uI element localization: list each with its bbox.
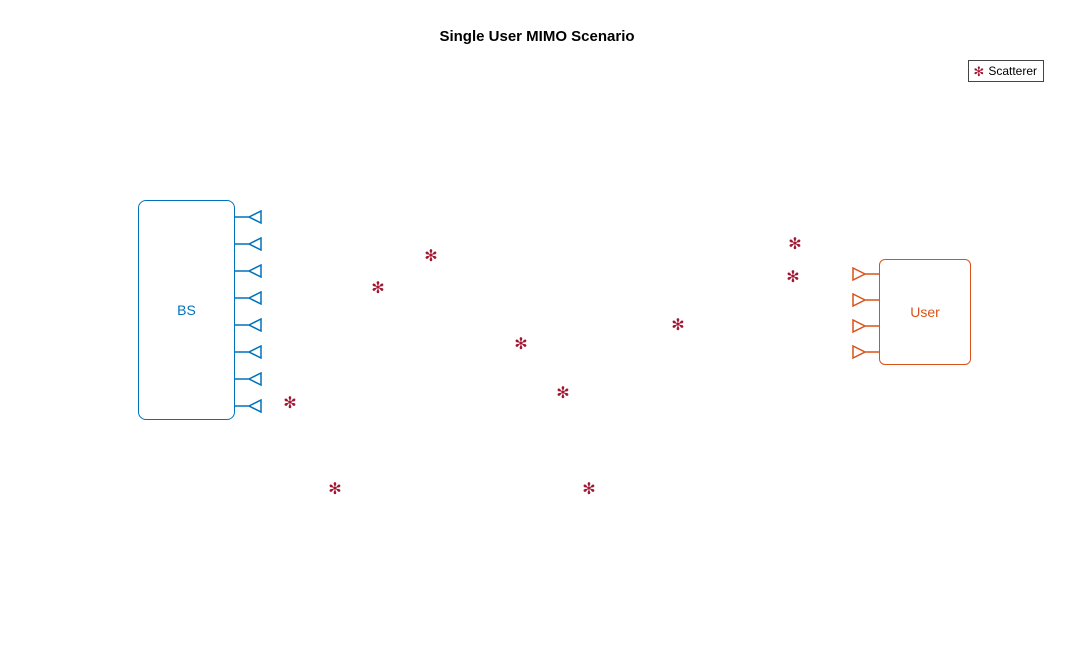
base-station: BS (138, 200, 235, 420)
bs-antenna-7-icon (235, 372, 263, 386)
user: User (879, 259, 971, 365)
scatterer-marker: ✻ (556, 386, 569, 402)
scatterer-marker: ✻ (371, 281, 384, 297)
bs-antenna-2-icon (235, 237, 263, 251)
scatterer-marker: ✻ (671, 318, 684, 334)
scatterer-marker: ✻ (788, 237, 801, 253)
scatterer-marker: ✻ (582, 482, 595, 498)
bs-antenna-1-icon (235, 210, 263, 224)
bs-antenna-3-icon (235, 264, 263, 278)
bs-antenna-5-icon (235, 318, 263, 332)
base-station-label: BS (177, 302, 196, 318)
scatterer-marker: ✻ (283, 396, 296, 412)
bs-antenna-4-icon (235, 291, 263, 305)
legend-scatterer-icon: ✻ (973, 65, 984, 78)
chart-title: Single User MIMO Scenario (0, 28, 1074, 45)
user-antenna-3-icon (851, 319, 879, 333)
user-label: User (910, 304, 940, 320)
user-antenna-4-icon (851, 345, 879, 359)
user-antenna-1-icon (851, 267, 879, 281)
scatterer-marker: ✻ (514, 337, 527, 353)
diagram-canvas: Single User MIMO Scenario ✻ Scatterer BS… (0, 0, 1074, 647)
scatterer-marker: ✻ (328, 482, 341, 498)
scatterer-marker: ✻ (786, 270, 799, 286)
user-antenna-2-icon (851, 293, 879, 307)
bs-antenna-8-icon (235, 399, 263, 413)
legend-scatterer-label: Scatterer (988, 63, 1037, 79)
legend: ✻ Scatterer (968, 60, 1044, 82)
scatterer-marker: ✻ (424, 249, 437, 265)
bs-antenna-6-icon (235, 345, 263, 359)
